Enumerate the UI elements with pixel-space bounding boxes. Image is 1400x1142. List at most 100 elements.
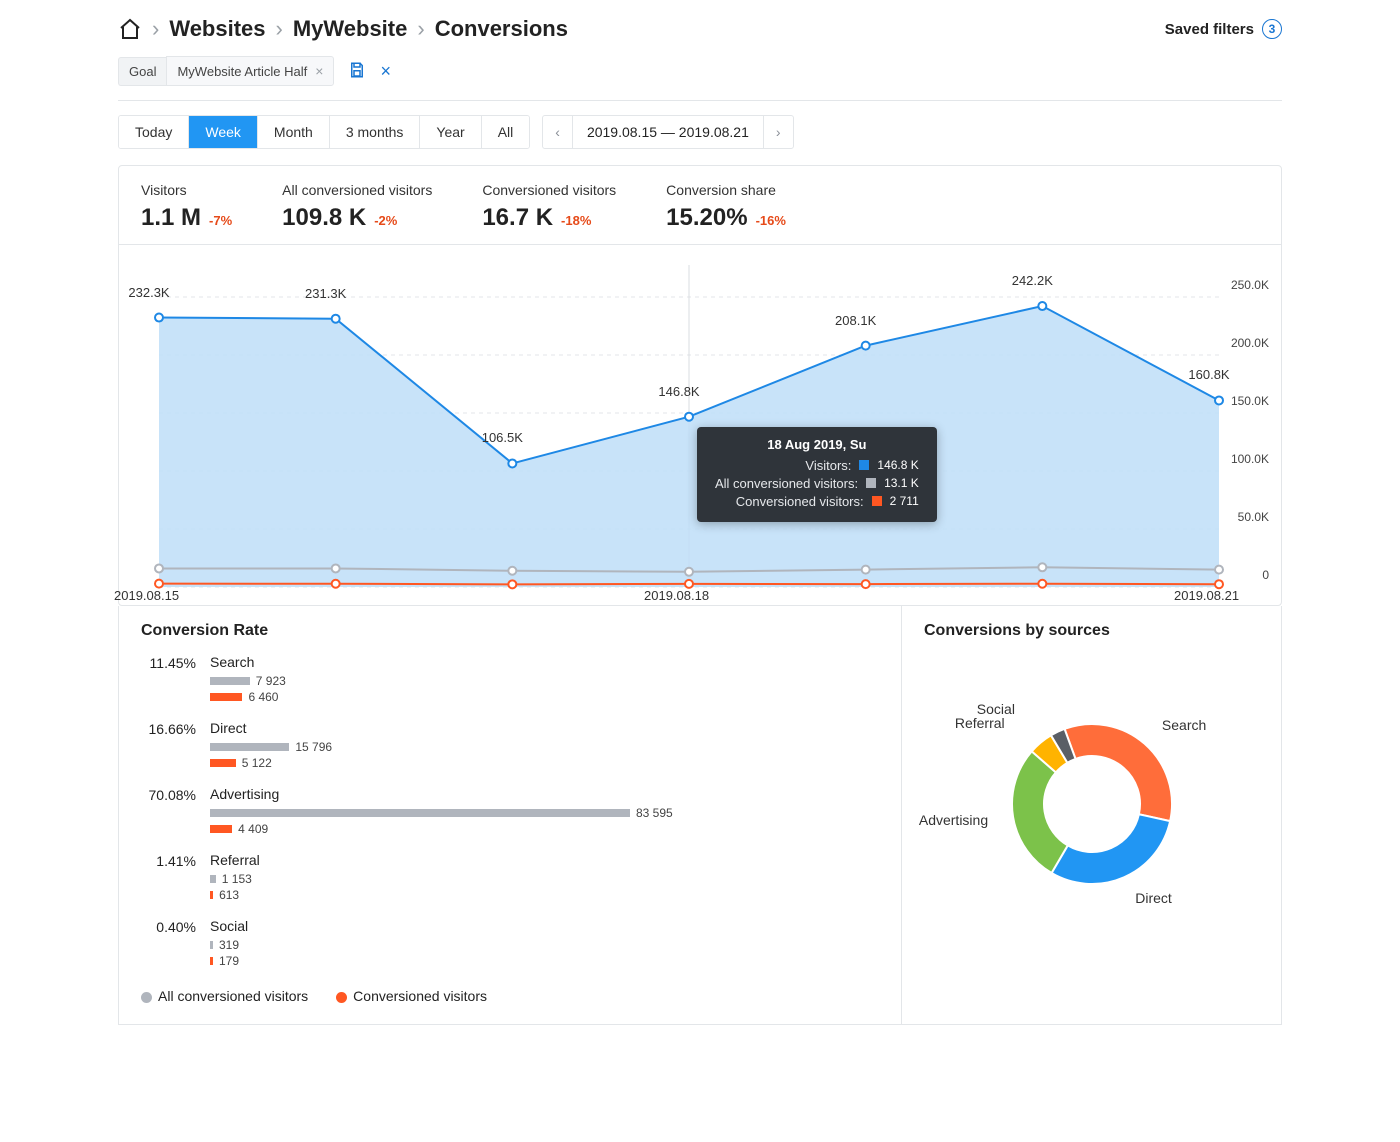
rate-row-advertising[interactable]: 70.08%Advertising83 5954 409 (141, 786, 879, 838)
rate-name: Advertising (210, 786, 879, 802)
conversion-rate-title: Conversion Rate (141, 622, 879, 640)
metric-label: All conversioned visitors (282, 182, 432, 198)
bar-all (210, 743, 289, 751)
conversion-rate-legend: All conversioned visitors Conversioned vi… (141, 988, 879, 1004)
bar-conv (210, 957, 213, 965)
saved-filters-button[interactable]: Saved filters 3 (1165, 19, 1282, 39)
bar-conv (210, 825, 232, 833)
conversion-rate-list: 11.45% Search 7 923 6 460 16.66% Direct 15 796… (141, 654, 879, 970)
chart-point-label: 242.2K (1012, 273, 1053, 288)
period-tab-year[interactable]: Year (420, 116, 481, 148)
y-tick: 100.0K (1231, 452, 1269, 466)
breadcrumb-item[interactable]: Websites (169, 16, 265, 42)
bar-conv-value: 4 409 (238, 822, 268, 836)
donut-label-search: Search (1162, 717, 1206, 733)
metric-value: 109.8 K (282, 204, 366, 232)
bar-all (210, 941, 213, 949)
by-sources-title: Conversions by sources (924, 622, 1259, 640)
date-range[interactable]: 2019.08.15 — 2019.08.21 (573, 116, 763, 148)
donut-label-direct: Direct (1135, 890, 1172, 906)
close-icon[interactable]: × (315, 63, 323, 79)
metric-delta: -2% (374, 213, 397, 228)
bar-all (210, 677, 250, 685)
bar-conv-value: 6 460 (248, 690, 278, 704)
period-tab-all[interactable]: All (482, 116, 530, 148)
x-tick: 2019.08.15 (114, 588, 179, 603)
breadcrumb-item[interactable]: MyWebsite (293, 16, 408, 42)
y-tick: 50.0K (1238, 510, 1269, 524)
bar-all-value: 1 153 (222, 872, 252, 886)
filter-value-text: MyWebsite Article Half (177, 64, 307, 79)
metric-value: 16.7 K (482, 204, 553, 232)
donut-chart[interactable]: SearchDirectAdvertisingReferralSocial (932, 654, 1252, 934)
bar-conv-value: 179 (219, 954, 239, 968)
period-tab-month[interactable]: Month (258, 116, 330, 148)
breadcrumb: › Websites › MyWebsite › Conversions (118, 16, 568, 42)
donut-label-advertising: Advertising (919, 812, 988, 828)
metric-label: Conversion share (666, 182, 786, 198)
rate-name: Direct (210, 720, 879, 736)
bar-conv (210, 891, 213, 899)
rate-pct: 1.41% (141, 852, 196, 869)
home-icon[interactable] (118, 17, 142, 41)
metric-value: 15.20% (666, 204, 747, 232)
y-tick: 0 (1262, 568, 1269, 582)
metric-label: Conversioned visitors (482, 182, 616, 198)
x-tick: 2019.08.18 (644, 588, 709, 603)
metrics-row: Visitors 1.1 M -7% All conversioned visitor… (119, 166, 1281, 245)
close-icon[interactable]: × (380, 61, 391, 82)
y-tick: 200.0K (1231, 336, 1269, 350)
filter-key-chip[interactable]: Goal (118, 57, 166, 86)
saved-filters-label: Saved filters (1165, 21, 1254, 38)
prev-range-button[interactable]: ‹ (543, 116, 573, 148)
y-tick: 250.0K (1231, 278, 1269, 292)
legend-item: Conversioned visitors (336, 988, 487, 1004)
chart-point-label: 106.5K (482, 430, 523, 445)
rate-pct: 0.40% (141, 918, 196, 935)
bar-all-value: 15 796 (295, 740, 332, 754)
bar-conv (210, 693, 242, 701)
save-icon[interactable] (348, 61, 366, 82)
y-tick: 150.0K (1231, 394, 1269, 408)
chart-point-label: 232.3K (128, 285, 169, 300)
rate-pct: 11.45% (141, 654, 196, 671)
bar-all-value: 7 923 (256, 674, 286, 688)
rate-pct: 16.66% (141, 720, 196, 737)
bar-all (210, 809, 630, 817)
period-tab-3-months[interactable]: 3 months (330, 116, 421, 148)
bar-all (210, 875, 216, 883)
next-range-button[interactable]: › (763, 116, 793, 148)
chart-point-label: 208.1K (835, 313, 876, 328)
period-tab-week[interactable]: Week (189, 116, 258, 148)
period-tab-today[interactable]: Today (119, 116, 189, 148)
metric-label: Visitors (141, 182, 232, 198)
date-range-picker: ‹ 2019.08.15 — 2019.08.21 › (542, 115, 793, 149)
saved-filters-count: 3 (1262, 19, 1282, 39)
chart-point-label: 160.8K (1188, 367, 1229, 382)
rate-name: Referral (210, 852, 879, 868)
legend-item: All conversioned visitors (141, 988, 308, 1004)
rate-name: Search (210, 654, 879, 670)
bar-conv (210, 759, 236, 767)
chart-tooltip: 18 Aug 2019, SuVisitors:146.8 KAll conve… (697, 427, 937, 522)
metric-delta: -7% (209, 213, 232, 228)
bar-conv-value: 5 122 (242, 756, 272, 770)
metric-delta: -18% (561, 213, 591, 228)
period-tabs: TodayWeekMonth3 monthsYearAll (118, 115, 530, 149)
bar-all-value: 83 595 (636, 806, 673, 820)
rate-row-direct[interactable]: 16.66% Direct 15 796 5 122 (141, 720, 879, 772)
main-line-chart[interactable]: 050.0K100.0K150.0K200.0K250.0K2019.08.15… (119, 245, 1281, 605)
metric-value: 1.1 M (141, 204, 201, 232)
chart-point-label: 146.8K (658, 384, 699, 399)
rate-row-referral[interactable]: 1.41%Referral1 153613 (141, 852, 879, 904)
rate-row-search[interactable]: 11.45% Search 7 923 6 460 (141, 654, 879, 706)
breadcrumb-item: Conversions (435, 16, 568, 42)
filter-value-chip[interactable]: MyWebsite Article Half × (166, 56, 334, 86)
rate-name: Social (210, 918, 879, 934)
donut-label-social: Social (977, 701, 1015, 717)
x-tick: 2019.08.21 (1174, 588, 1239, 603)
donut-label-referral: Referral (955, 715, 1005, 731)
chart-point-label: 231.3K (305, 286, 346, 301)
metric-delta: -16% (756, 213, 786, 228)
rate-row-social[interactable]: 0.40%Social319179 (141, 918, 879, 970)
